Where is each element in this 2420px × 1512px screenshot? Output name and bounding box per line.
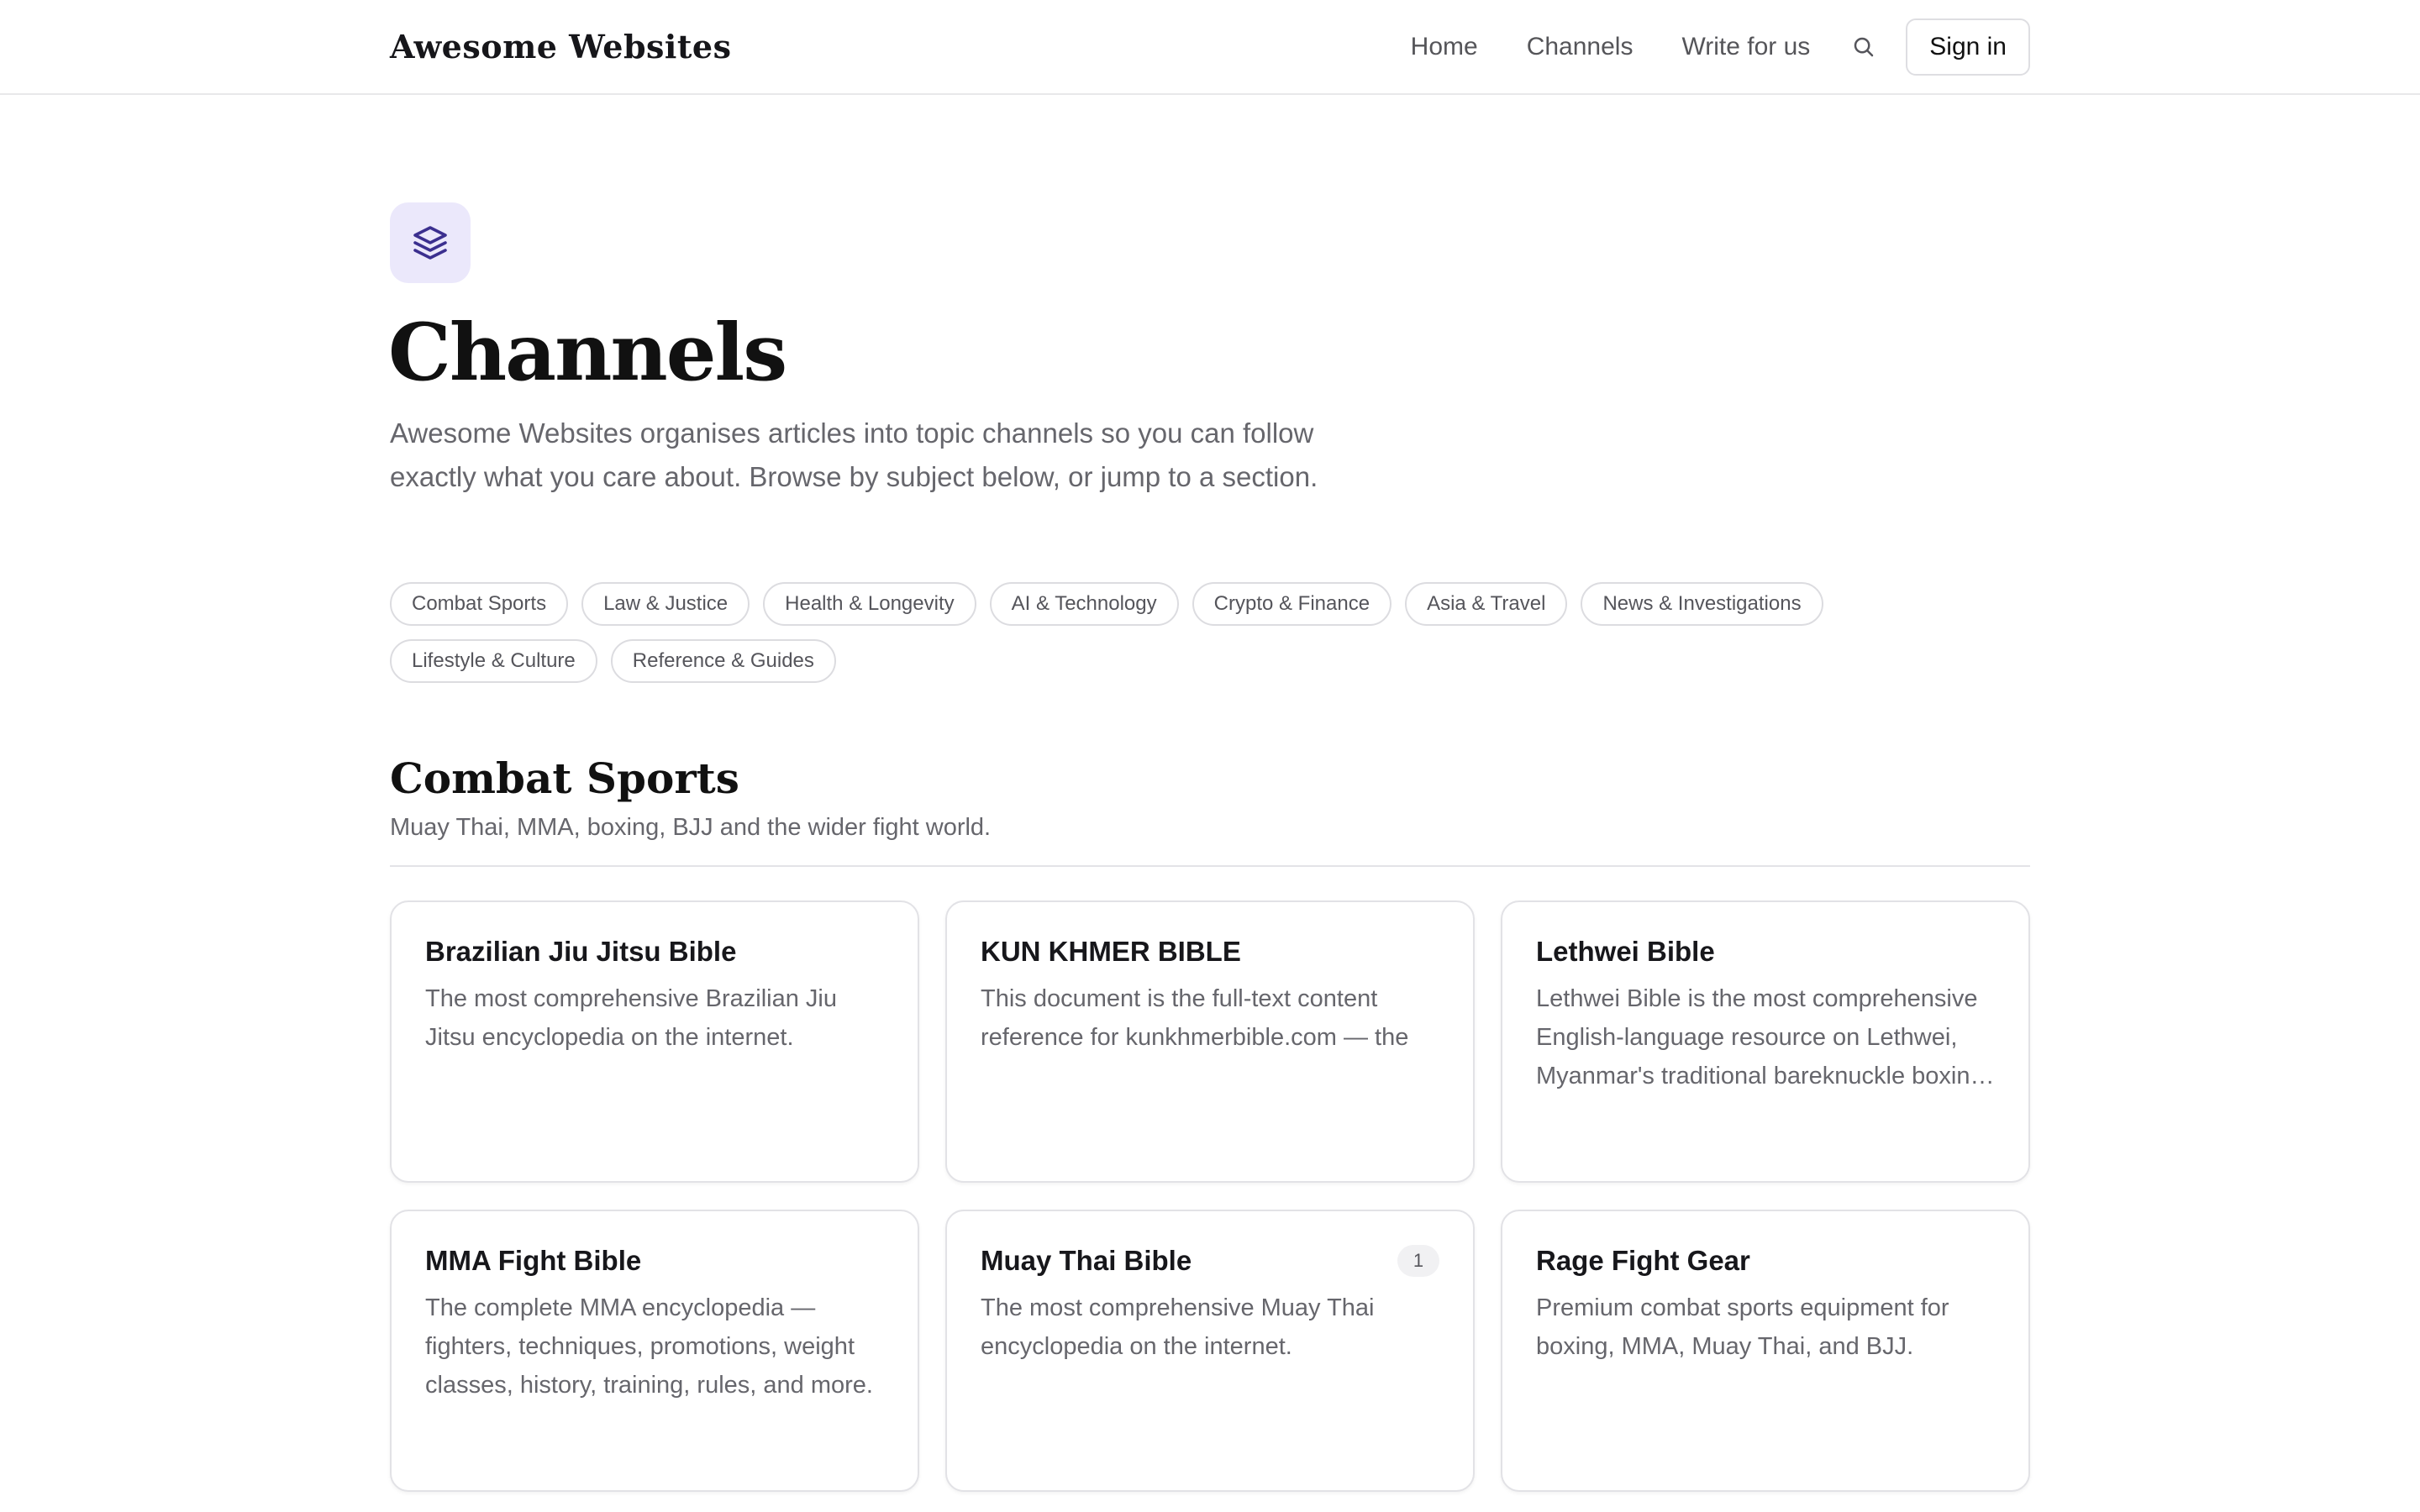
chip-law-justice[interactable]: Law & Justice: [581, 582, 750, 626]
page-intro: Awesome Websites organises articles into…: [390, 417, 1318, 492]
section-divider: [390, 865, 2030, 867]
channel-card[interactable]: Lethwei Bible Lethwei Bible is the most …: [1501, 900, 2030, 1183]
sign-in-button[interactable]: Sign in: [1906, 18, 2030, 76]
main-nav: Home Channels Write for us Sign in: [1411, 18, 2030, 76]
card-title: Lethwei Bible: [1536, 936, 1715, 967]
channel-card[interactable]: Muay Thai Bible 1 The most comprehensive…: [945, 1210, 1475, 1492]
channel-card[interactable]: Brazilian Jiu Jitsu Bible The most compr…: [390, 900, 919, 1183]
chip-health-longevity[interactable]: Health & Longevity: [763, 582, 976, 626]
card-title: Brazilian Jiu Jitsu Bible: [425, 936, 737, 967]
chip-reference-guides[interactable]: Reference & Guides: [610, 639, 836, 683]
channel-chip-list: Combat Sports Law & Justice Health & Lon…: [390, 582, 2037, 696]
nav-write-for-us[interactable]: Write for us: [1681, 18, 1810, 76]
card-description: Lethwei Bible is the most comprehensive …: [1536, 985, 1984, 1089]
card-description: The most comprehensive Brazilian Jiu Jit…: [425, 985, 837, 1051]
article-count-badge: 1: [1397, 1245, 1439, 1277]
section-title: Combat Sports: [390, 753, 739, 803]
chip-asia-travel[interactable]: Asia & Travel: [1405, 582, 1568, 626]
page-title: Channels: [388, 307, 787, 399]
search-icon[interactable]: [1847, 30, 1881, 64]
chip-ai-technology[interactable]: AI & Technology: [989, 582, 1179, 626]
chip-lifestyle-culture[interactable]: Lifestyle & Culture: [390, 639, 597, 683]
card-description: The complete MMA encyclopedia — fighters…: [425, 1294, 873, 1399]
nav-channels[interactable]: Channels: [1527, 18, 1634, 76]
card-description: The most comprehensive Muay Thai encyclo…: [981, 1294, 1375, 1360]
card-title: KUN KHMER BIBLE: [981, 936, 1241, 967]
channel-card[interactable]: Rage Fight Gear Premium combat sports eq…: [1501, 1210, 2030, 1492]
card-title: Rage Fight Gear: [1536, 1245, 1750, 1276]
layers-icon: [390, 202, 471, 283]
card-description: Premium combat sports equipment for boxi…: [1536, 1294, 1949, 1360]
chip-combat-sports[interactable]: Combat Sports: [390, 582, 569, 626]
nav-home[interactable]: Home: [1411, 18, 1478, 76]
section-subtitle: Muay Thai, MMA, boxing, BJJ and the wide…: [390, 814, 992, 841]
site-header: Awesome Websites Home Channels Write for…: [0, 0, 2420, 95]
card-title: MMA Fight Bible: [425, 1245, 642, 1276]
card-title: Muay Thai Bible: [981, 1245, 1192, 1276]
brand-logo[interactable]: Awesome Websites: [390, 24, 731, 71]
channel-card[interactable]: KUN KHMER BIBLE This document is the ful…: [945, 900, 1475, 1183]
channel-card-grid: Brazilian Jiu Jitsu Bible The most compr…: [390, 900, 2030, 1492]
chip-crypto-finance[interactable]: Crypto & Finance: [1192, 582, 1392, 626]
channel-card[interactable]: MMA Fight Bible The complete MMA encyclo…: [390, 1210, 919, 1492]
card-description: This document is the full-text content r…: [981, 985, 1409, 1051]
chip-news-investigations[interactable]: News & Investigations: [1581, 582, 1823, 626]
